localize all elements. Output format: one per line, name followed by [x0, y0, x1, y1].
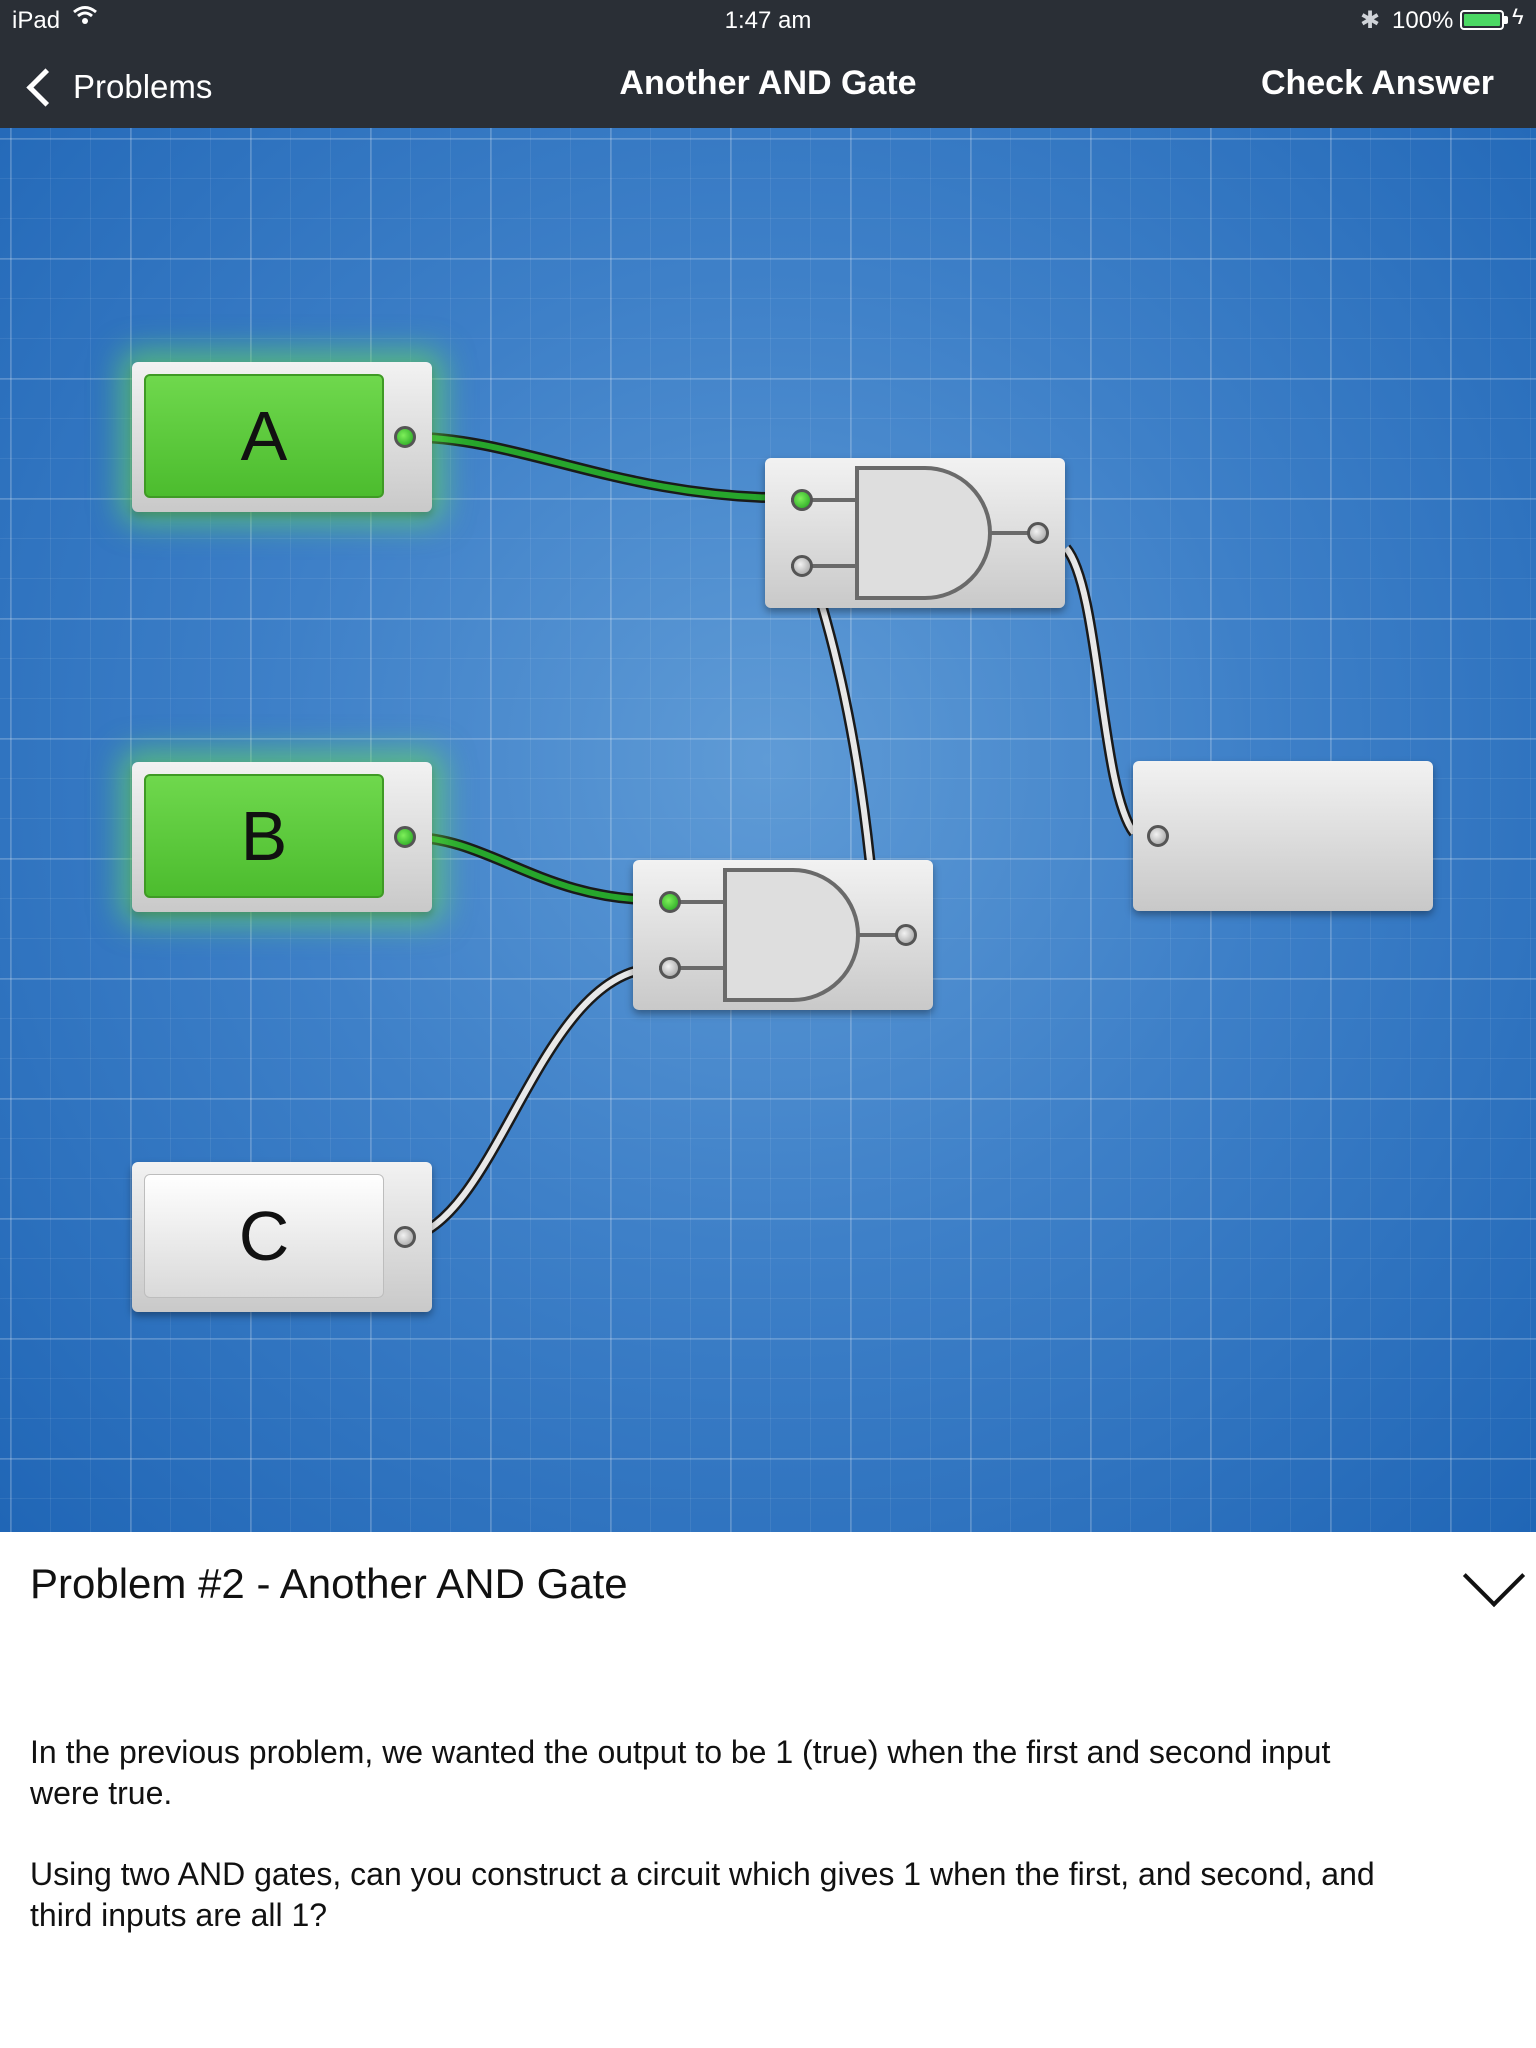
- gate1-input-port-1[interactable]: [791, 489, 813, 511]
- gate1-output-port[interactable]: [1027, 522, 1049, 544]
- input-label-c: C: [144, 1174, 384, 1298]
- wire-c-to-gate2: [406, 962, 659, 1244]
- output-port-a[interactable]: [394, 426, 416, 448]
- problem-panel: Problem #2 - Another AND Gate In the pre…: [0, 1532, 1536, 2048]
- top-bar: iPad 1:47 am ✱ 100% ϟ Problems Another A…: [0, 0, 1536, 128]
- and-gate-icon: [659, 868, 898, 1002]
- input-switch-a[interactable]: A: [132, 362, 432, 512]
- charging-icon: ϟ: [1512, 4, 1524, 29]
- gate2-input-port-2[interactable]: [659, 957, 681, 979]
- input-label-b: B: [144, 774, 384, 898]
- problem-paragraph-1: In the previous problem, we wanted the o…: [30, 1734, 1331, 1811]
- collapse-panel-button[interactable]: [1462, 1544, 1526, 1610]
- output-port-b[interactable]: [394, 826, 416, 848]
- input-switch-b[interactable]: B: [132, 762, 432, 912]
- problem-paragraph-2: Using two AND gates, can you construct a…: [30, 1856, 1375, 1933]
- and-gate-2[interactable]: [633, 860, 933, 1010]
- battery-percent: 100%: [1392, 7, 1454, 34]
- input-label-a: A: [144, 374, 384, 498]
- gate1-input-port-2[interactable]: [791, 555, 813, 577]
- problem-title: Problem #2 - Another AND Gate: [30, 1560, 628, 1607]
- and-gate-1[interactable]: [765, 458, 1065, 608]
- gate2-input-port-1[interactable]: [659, 891, 681, 913]
- circuit-canvas[interactable]: A B C: [0, 128, 1536, 1532]
- output-port-c[interactable]: [394, 1226, 416, 1248]
- input-switch-c[interactable]: C: [132, 1162, 432, 1312]
- gate2-output-port[interactable]: [895, 924, 917, 946]
- output-light[interactable]: [1133, 761, 1433, 911]
- and-gate-icon: [791, 466, 1030, 600]
- check-answer-button[interactable]: Check Answer: [1261, 64, 1494, 103]
- output-input-port[interactable]: [1147, 825, 1169, 847]
- wire-b-to-gate2: [407, 831, 659, 906]
- bluetooth-icon: ✱: [1360, 7, 1381, 34]
- battery-icon: [1460, 10, 1504, 30]
- status-bar: iPad 1:47 am ✱ 100% ϟ: [0, 0, 1536, 40]
- wire-a-to-gate1: [407, 431, 791, 504]
- battery-tip: [1504, 16, 1508, 24]
- status-time: 1:47 am: [724, 7, 812, 34]
